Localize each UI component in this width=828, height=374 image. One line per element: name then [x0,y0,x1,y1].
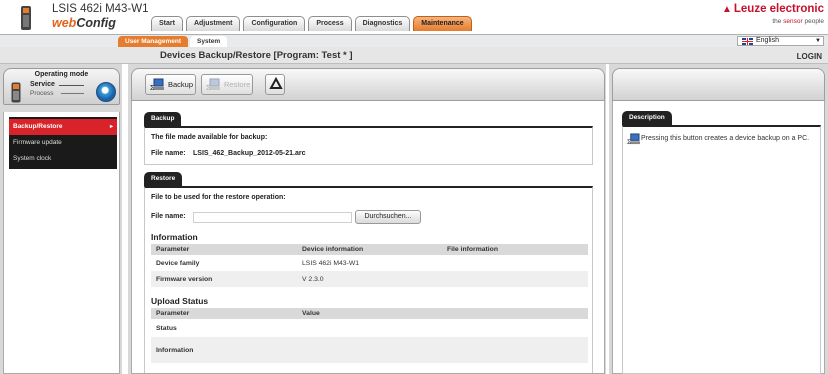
description-box: Σ Pressing this button creates a device … [622,125,821,374]
device-title: LSIS 462i M43-W1 [52,3,149,15]
backup-available-text: The file made available for backup: [151,134,268,141]
svg-text:Σ: Σ [206,85,211,91]
tab-configuration[interactable]: Configuration [243,16,306,31]
tab-start[interactable]: Start [151,16,183,31]
status-value [297,337,588,363]
svg-text:Σ: Σ [627,139,631,145]
browse-button[interactable]: Durchsuchen... [355,210,421,224]
sensor-icon [11,82,21,103]
backup-section: The file made available for backup: File… [144,126,593,165]
info-file-value [442,255,588,271]
main-content: Backup The file made available for backu… [131,101,605,374]
page-title: Devices Backup/Restore [Program: Test * … [160,50,353,61]
device-icon [21,6,31,30]
restore-section: File to be used for the restore operatio… [144,186,593,373]
backup-icon: Σ [627,133,640,145]
tab-maintenance[interactable]: Maintenance [413,16,472,31]
restore-button-label: Restore [224,80,251,89]
table-header-row: Parameter Device information File inform… [151,244,588,255]
col-device-information: Device information [297,244,442,255]
language-selected: English [756,37,779,44]
info-file-value [442,271,588,287]
info-param: Firmware version [151,271,297,287]
nav-item-label: Backup/Restore [13,123,63,130]
restore-file-name-label: File name: [151,213,186,220]
info-device-value: V 2.3.0 [297,271,442,287]
tab-diagnostics[interactable]: Diagnostics [354,16,411,31]
info-param: Device family [156,259,200,267]
mode-process-label: Process [30,90,54,97]
nav-item-firmware-update[interactable]: Firmware update [9,135,117,151]
mode-service-label: Service [30,81,55,88]
recycle-icon [269,76,283,89]
leuze-triangle-icon: ▲ [721,4,732,15]
nav-item-backup-restore[interactable]: Backup/Restore ▸ [9,119,117,135]
table-row: Information [151,337,588,363]
col-value: Value [297,308,588,319]
chevron-down-icon: ▼ [815,38,821,44]
status-param: Status [156,324,177,332]
col-parameter: Parameter [151,308,297,319]
subtab-system[interactable]: System [190,36,228,47]
svg-text:Σ: Σ [150,85,155,91]
nav-list: Backup/Restore ▸ Firmware update System … [9,117,117,169]
brand-slogan: the sensor people [772,18,824,25]
status-param: Information [151,337,297,363]
toolbar: Σ Backup Σ Restore [131,68,605,101]
table-row: Device family LSIS 462i M43-W1 [151,255,588,271]
subtab-user-management[interactable]: User Management [118,36,188,47]
operating-mode-panel: Operating mode Service Process [3,68,120,105]
col-parameter: Parameter [151,244,297,255]
status-value [297,319,588,337]
app-header: LSIS 462i M43-W1 webConfig Start Adjustm… [0,0,828,34]
subtab-bar: User Management System English ▼ [0,34,828,47]
backup-button-label: Backup [168,80,194,89]
table-row: Status [151,319,588,337]
table-row: Firmware version V 2.3.0 [151,271,588,287]
col-file-information: File information [442,244,588,255]
restore-button[interactable]: Σ Restore [201,74,253,95]
webconfig-logo: webConfig [52,16,116,30]
main-tabs: Start Adjustment Configuration Process D… [151,16,472,31]
tab-process[interactable]: Process [308,16,352,31]
backup-section-tab: Backup [144,112,182,126]
center-column: Σ Backup Σ Restore Backup The file made … [128,64,606,374]
language-select[interactable]: English ▼ [737,36,824,46]
nav-item-system-clock[interactable]: System clock [9,151,117,167]
backup-file-name-label: File name: [151,150,186,157]
restore-icon: Σ [206,78,220,91]
description-header [612,68,825,101]
right-column: Description Σ Pressing this button creat… [609,64,828,374]
login-link[interactable]: LOGIN [797,52,822,61]
backup-icon: Σ [150,78,164,91]
restore-section-tab: Restore [144,172,183,186]
restore-file-input[interactable] [193,212,352,223]
upload-status-heading: Upload Status [151,296,209,306]
page-titlebar: Devices Backup/Restore [Program: Test * … [0,47,828,64]
description-tab: Description [622,111,672,125]
chevron-right-icon: ▸ [109,124,113,130]
mode-switch-knob[interactable] [96,82,116,102]
tab-adjustment[interactable]: Adjustment [185,16,241,31]
nav-panel: Backup/Restore ▸ Firmware update System … [3,112,120,374]
backup-button[interactable]: Σ Backup [145,74,196,95]
upload-status-table: Parameter Value Status Information [151,308,588,363]
information-heading: Information [151,232,198,242]
info-device-value: LSIS 462i M43-W1 [302,259,360,267]
information-table: Parameter Device information File inform… [151,244,588,287]
recycle-button[interactable] [265,74,285,95]
left-column: Operating mode Service Process Backup/Re… [0,64,122,374]
table-header-row: Parameter Value [151,308,588,319]
description-panel: Description Σ Pressing this button creat… [612,101,825,374]
operating-mode-title: Operating mode [34,71,89,78]
restore-text: File to be used for the restore operatio… [151,194,286,201]
backup-file-name-value: LSIS_462_Backup_2012-05-21.arc [193,150,306,157]
brand-logo: ▲ Leuze electronic [721,3,824,15]
uk-flag-icon [742,38,753,45]
description-text: Pressing this button creates a device ba… [641,135,810,142]
